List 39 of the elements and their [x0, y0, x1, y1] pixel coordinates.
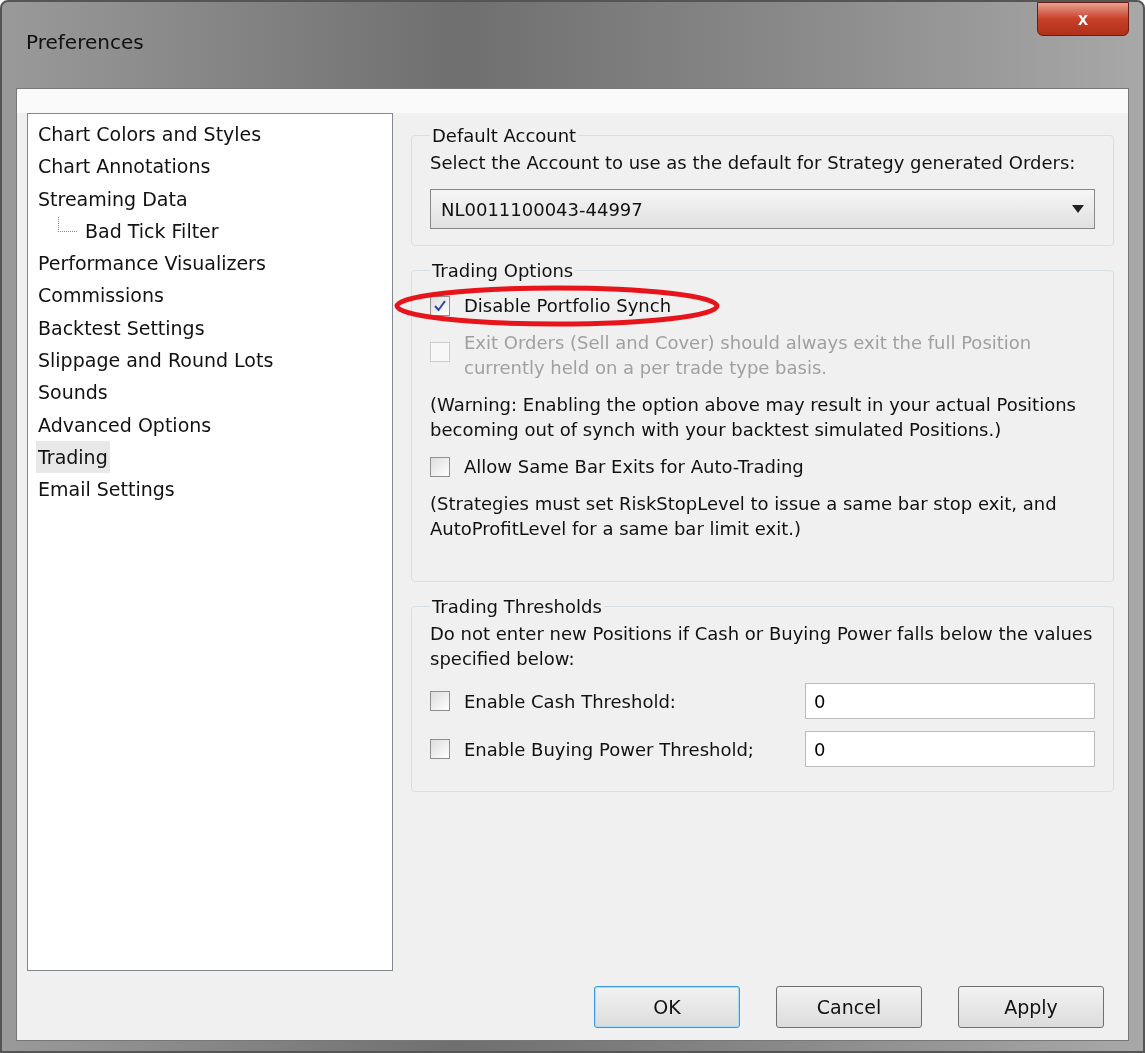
close-button[interactable]: x: [1037, 2, 1129, 36]
checkbox[interactable]: [430, 739, 450, 759]
tree-item[interactable]: Chart Annotations: [36, 150, 213, 183]
note-text: (Strategies must set RiskStopLevel to issue a same bar stop exit, and AutoProfitLevel for a same bar limit exit.): [430, 492, 1058, 541]
checkbox-label: Enable Cash Threshold:: [464, 689, 676, 714]
dialog-button[interactable]: Cancel: [776, 986, 922, 1028]
checkbox[interactable]: [430, 456, 450, 477]
checkbox[interactable]: [430, 691, 450, 711]
checkmark-icon: [434, 299, 446, 312]
description-text: Do not enter new Positions if Cash or Buying Power falls below the values specified below:: [430, 622, 1094, 671]
account-dropdown[interactable]: NL0011100043-44997: [430, 189, 1095, 229]
tree-item[interactable]: Streaming Data: [36, 182, 190, 215]
checkbox-label: Disable Portfolio Synch: [464, 294, 672, 318]
tree-item[interactable]: Performance Visualizers: [36, 247, 268, 280]
group-title: Trading Thresholds: [431, 596, 603, 617]
tree-connector-icon: [58, 216, 77, 232]
note-text: (Warning: Enabling the option above may result in your actual Positions becoming out of synch with your backtest simulated Positions.): [430, 393, 1077, 442]
group-title: Trading Options: [431, 260, 575, 281]
checkbox[interactable]: [430, 295, 450, 316]
input-field[interactable]: 0: [805, 731, 1095, 767]
checkbox-label: Enable Buying Power Threshold;: [464, 737, 754, 762]
tree-item[interactable]: Commissions: [36, 279, 166, 312]
tree-item[interactable]: Trading: [36, 440, 110, 474]
dialog-button[interactable]: Apply: [958, 986, 1104, 1028]
tree-item[interactable]: Slippage and Round Lots: [36, 344, 276, 377]
checkbox-label: Exit Orders (Sell and Cover) should always exit the full Position currently held on a per trade type basis.: [464, 331, 1033, 380]
tree-item[interactable]: Sounds: [36, 376, 110, 409]
caret-icon: [1072, 205, 1084, 213]
checkbox-label: Allow Same Bar Exits for Auto-Trading: [464, 455, 804, 479]
dialog-button[interactable]: OK: [594, 986, 740, 1028]
tree-item[interactable]: Advanced Options: [36, 408, 214, 441]
tree-item[interactable]: Bad Tick Filter: [83, 214, 221, 248]
description-text: Select the Account to use as the default for Strategy generated Orders:: [430, 151, 1077, 175]
tree-item[interactable]: Chart Colors and Styles: [36, 118, 264, 151]
input-field[interactable]: 0: [805, 683, 1095, 719]
tree-item[interactable]: Email Settings: [36, 473, 177, 506]
group-title: Default Account: [431, 125, 578, 146]
tree-item[interactable]: Backtest Settings: [36, 311, 207, 345]
window-title: Preferences: [25, 30, 144, 54]
